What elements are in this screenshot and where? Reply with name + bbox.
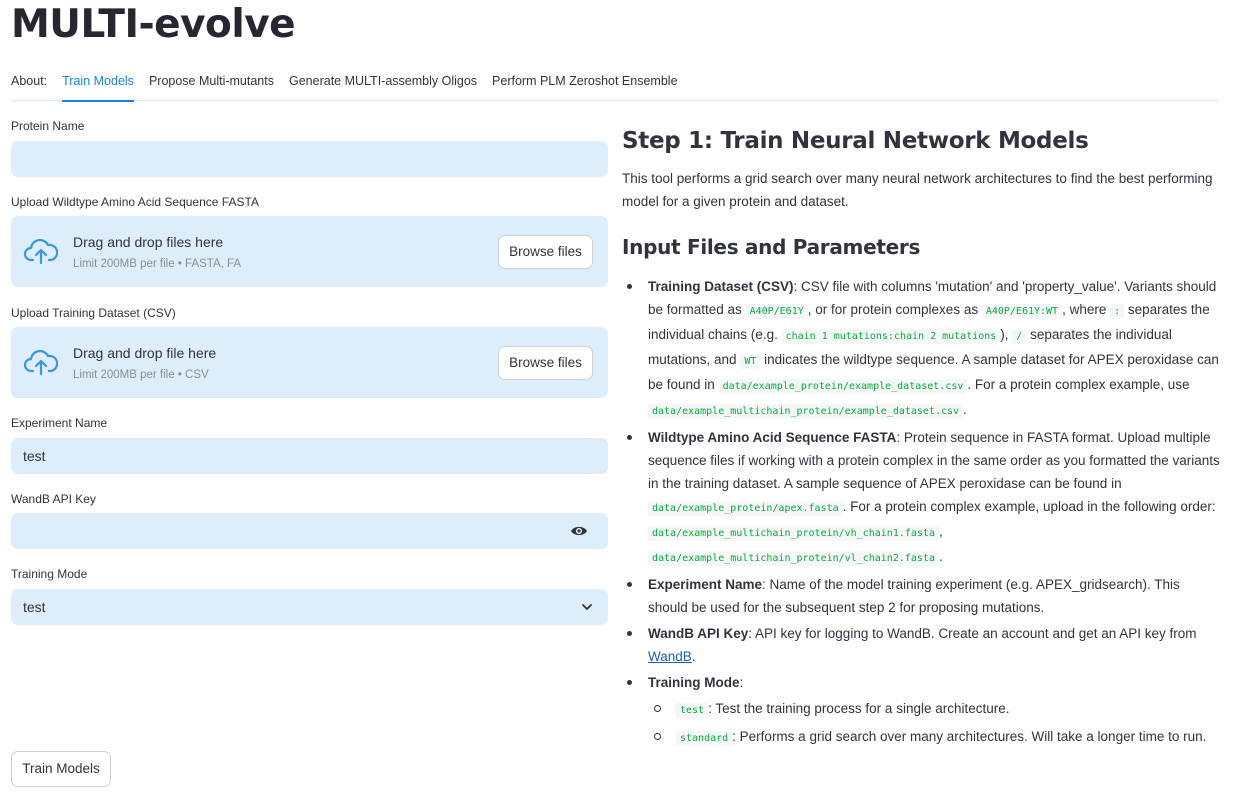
- fasta-dropzone[interactable]: Drag and drop files here Limit 200MB per…: [11, 216, 608, 287]
- protein-name-input[interactable]: [11, 141, 608, 177]
- training-mode-value: test: [23, 599, 46, 615]
- csv-upload-label: Upload Training Dataset (CSV): [11, 306, 176, 320]
- doc-subheading: Input Files and Parameters: [622, 235, 921, 259]
- doc-heading: Step 1: Train Neural Network Models: [622, 128, 1089, 154]
- tab-train-models[interactable]: Train Models: [62, 70, 134, 102]
- csv-drop-text: Drag and drop file here: [73, 345, 217, 361]
- parameter-list: Training Dataset (CSV): CSV file with co…: [622, 275, 1222, 750]
- fasta-upload-label: Upload Wildtype Amino Acid Sequence FAST…: [11, 195, 259, 209]
- wandb-key-label: WandB API Key: [11, 492, 96, 506]
- tab-generate-oligos[interactable]: Generate MULTI-assembly Oligos: [289, 70, 477, 101]
- documentation-panel: Step 1: Train Neural Network Models This…: [622, 125, 1222, 753]
- list-item: test: Test the training process for a si…: [654, 697, 1222, 722]
- cloud-upload-icon: [24, 238, 58, 265]
- wandb-key-input[interactable]: [11, 513, 608, 549]
- experiment-name-input[interactable]: test: [11, 438, 608, 474]
- tab-propose-multi-mutants[interactable]: Propose Multi-mutants: [149, 70, 274, 101]
- eye-icon[interactable]: [570, 524, 588, 538]
- doc-intro: This tool performs a grid search over ma…: [622, 171, 1213, 209]
- training-mode-options: test: Test the training process for a si…: [648, 697, 1222, 750]
- cloud-upload-icon: [24, 349, 58, 376]
- chevron-down-icon: [582, 604, 592, 610]
- training-mode-label: Training Mode: [11, 567, 88, 581]
- tab-bar: About: Train Models Propose Multi-mutant…: [11, 70, 1219, 102]
- list-item: Wildtype Amino Acid Sequence FASTA: Prot…: [627, 426, 1222, 570]
- csv-dropzone[interactable]: Drag and drop file here Limit 200MB per …: [11, 327, 608, 398]
- experiment-name-label: Experiment Name: [11, 416, 108, 430]
- list-item: Training Mode: test: Test the training p…: [627, 671, 1222, 750]
- list-item: Experiment Name: Name of the model train…: [627, 573, 1222, 619]
- fasta-limit-text: Limit 200MB per file • FASTA, FA: [73, 258, 242, 270]
- list-item: WandB API Key: API key for logging to Wa…: [627, 622, 1222, 668]
- training-mode-select[interactable]: test: [11, 589, 608, 625]
- list-item: standard: Performs a grid search over ma…: [654, 725, 1222, 750]
- tab-about[interactable]: About:: [11, 70, 47, 101]
- wandb-link[interactable]: WandB: [648, 649, 692, 664]
- csv-limit-text: Limit 200MB per file • CSV: [73, 369, 209, 381]
- tab-plm-zeroshot[interactable]: Perform PLM Zeroshot Ensemble: [492, 70, 678, 101]
- train-models-button[interactable]: Train Models: [11, 751, 111, 787]
- csv-browse-button[interactable]: Browse files: [498, 346, 593, 380]
- fasta-drop-text: Drag and drop files here: [73, 234, 224, 250]
- fasta-browse-button[interactable]: Browse files: [498, 235, 593, 269]
- protein-name-label: Protein Name: [11, 119, 85, 133]
- app-title: MULTI-evolve: [11, 2, 296, 47]
- list-item: Training Dataset (CSV): CSV file with co…: [627, 275, 1222, 423]
